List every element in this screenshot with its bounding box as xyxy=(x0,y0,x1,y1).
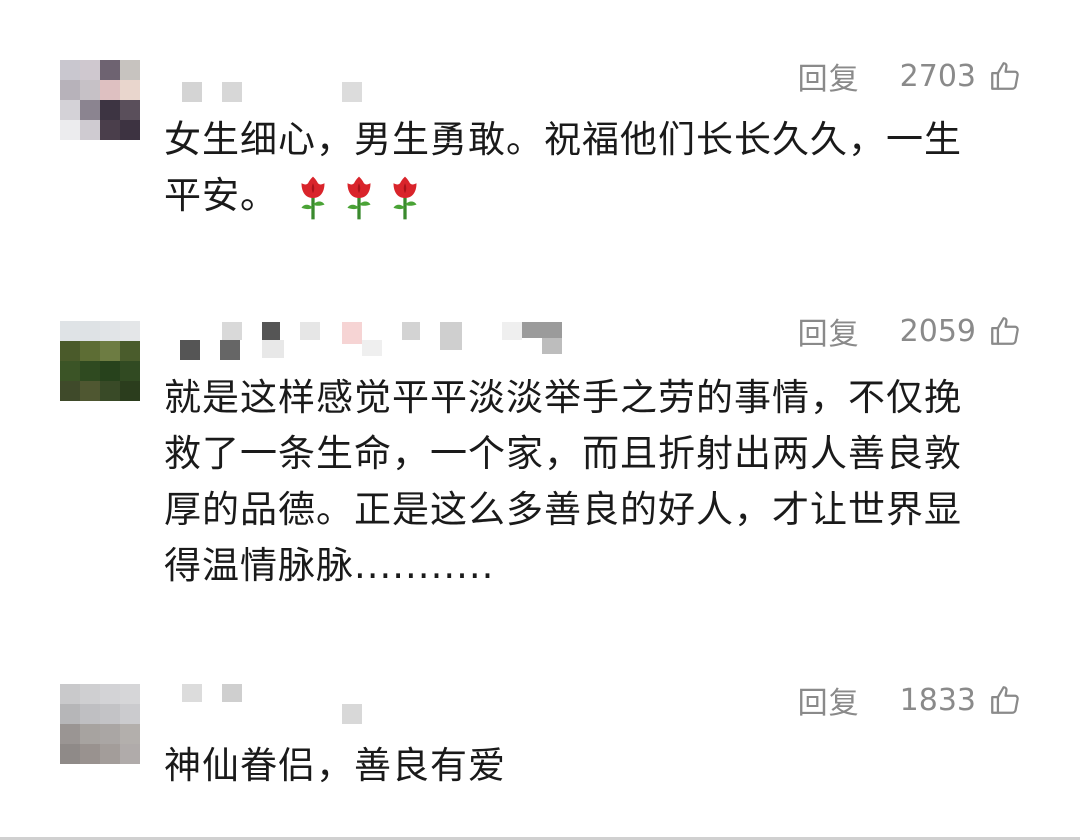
like-count: 2703 xyxy=(899,58,976,94)
comment-actions: 回复 1833 xyxy=(798,678,1022,722)
emoji-group xyxy=(296,175,422,221)
rose-icon xyxy=(347,176,371,219)
reply-button[interactable]: 回复 xyxy=(798,54,860,98)
comment-text: 就是这样感觉平平淡淡举手之劳的事情，不仅挽 救了一条生命，一个家，而且折射出两人… xyxy=(164,370,1024,594)
thumbs-up-icon[interactable] xyxy=(988,314,1022,348)
comment-line-with-emoji: 平安。 xyxy=(164,168,1024,224)
username-pixelated[interactable] xyxy=(170,684,590,724)
like-count: 1833 xyxy=(899,682,976,718)
reply-button[interactable]: 回复 xyxy=(798,678,860,722)
comment-line: 厚的品德。正是这么多善良的好人，才让世界显 xyxy=(164,488,962,531)
comment-actions: 回复 2703 xyxy=(798,54,1022,98)
rose-icon xyxy=(301,176,325,219)
thumbs-up-icon[interactable] xyxy=(988,683,1022,717)
comment-list: 回复 2703 女生细心，男生勇敢。祝福他们长长久久，一生 平安。 回复 205… xyxy=(0,0,1080,840)
comment-line: 女生细心，男生勇敢。祝福他们长长久久，一生 xyxy=(164,118,962,161)
username-pixelated[interactable] xyxy=(170,72,590,112)
comment-line: 平安。 xyxy=(164,174,278,217)
comment-line: 就是这样感觉平平淡淡举手之劳的事情，不仅挽 xyxy=(164,376,962,419)
comment-line: 救了一条生命，一个家，而且折射出两人善良敦 xyxy=(164,432,962,475)
avatar[interactable] xyxy=(60,60,140,140)
comment-text: 神仙眷侣，善良有爱 xyxy=(164,738,1024,794)
rose-icon xyxy=(393,176,417,219)
comment-actions: 回复 2059 xyxy=(798,309,1022,353)
comment-line: 得温情脉脉........... xyxy=(164,544,495,587)
reply-button[interactable]: 回复 xyxy=(798,309,860,353)
comment-text: 女生细心，男生勇敢。祝福他们长长久久，一生 平安。 xyxy=(164,112,1024,224)
thumbs-up-icon[interactable] xyxy=(988,59,1022,93)
like-count: 2059 xyxy=(899,313,976,349)
avatar[interactable] xyxy=(60,684,140,764)
avatar[interactable] xyxy=(60,321,140,401)
username-pixelated[interactable] xyxy=(170,322,590,362)
comment-line: 神仙眷侣，善良有爱 xyxy=(164,744,506,787)
